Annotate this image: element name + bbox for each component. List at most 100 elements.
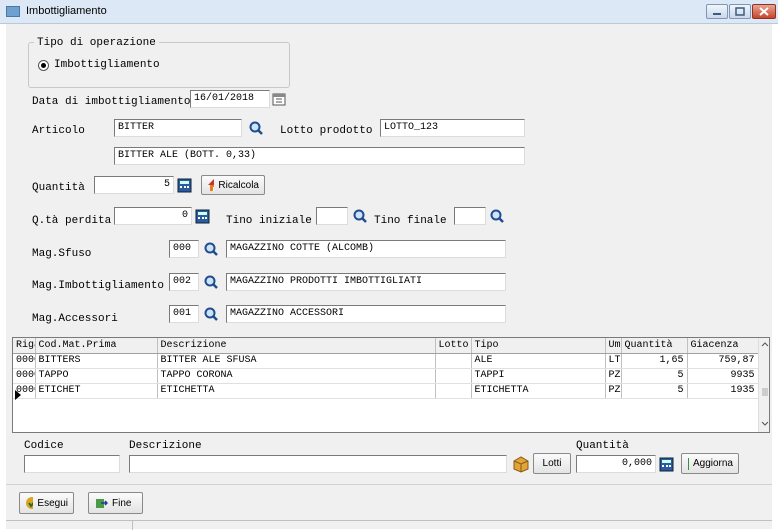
col-header-descr[interactable]: Descrizione [157,338,436,354]
quantita-calc-button[interactable] [176,177,192,193]
cell-giac[interactable]: 759,87 [687,353,759,369]
quantita-field[interactable]: 5 [94,176,174,194]
mag-sfuso-search-button[interactable] [203,241,219,257]
cell-descr[interactable]: ETICHETTA [157,383,436,399]
box-icon [513,456,529,473]
col-header-tipo[interactable]: Tipo [471,338,606,354]
search-icon [204,275,218,289]
mag-sfuso-label: Mag.Sfuso [32,248,92,260]
tino-finale-field[interactable] [454,207,486,225]
mag-imb-descr-field[interactable]: MAGAZZINO PRODOTTI IMBOTTIGLIATI [226,273,506,291]
cell-lotto[interactable] [435,353,472,369]
calendar-icon [272,93,286,106]
col-header-qta[interactable]: Quantità [621,338,688,354]
perdita-calc-button[interactable] [194,208,210,224]
articolo-field[interactable]: BITTER [114,119,242,137]
radio-imbottigliamento[interactable] [38,60,49,71]
mag-imb-label: Mag.Imbottigliamento [32,280,165,292]
tino-finale-search-button[interactable] [489,208,505,224]
cell-descr[interactable]: TAPPO CORONA [157,368,436,384]
ricalcola-label: Ricalcola [218,179,259,191]
cell-tipo[interactable]: TAPPI [471,368,606,384]
lotto-prodotto-field[interactable]: LOTTO_123 [380,119,525,137]
cell-riga[interactable]: 00002 [13,368,36,384]
cell-um[interactable]: LT [605,353,622,369]
window-title: Imbottigliamento [26,5,107,17]
quantita-edit-field[interactable]: 0,000 [576,455,656,473]
maximize-button[interactable] [729,4,751,19]
aggiorna-icon [688,457,689,470]
quantita-edit-calc-button[interactable] [658,456,674,472]
cell-tipo[interactable]: ALE [471,353,606,369]
col-header-um[interactable]: Um [605,338,622,354]
col-header-giac[interactable]: Giacenza [687,338,759,354]
cell-giac[interactable]: 9935 [687,368,759,384]
fine-button[interactable]: Fine [88,492,143,514]
articolo-descr-field[interactable]: BITTER ALE (BOTT. 0,33) [114,147,525,165]
articolo-search-button[interactable] [248,120,264,136]
calendar-button[interactable] [271,91,287,107]
lotti-icon-button[interactable] [512,455,530,473]
radio-imbottigliamento-label: Imbottigliamento [54,59,160,71]
tino-iniziale-search-button[interactable] [352,208,368,224]
cell-descr[interactable]: BITTER ALE SFUSA [157,353,436,369]
minimize-icon [713,13,721,15]
ricalcola-icon [208,179,215,191]
maximize-icon [735,7,745,16]
descrizione-field[interactable] [129,455,507,473]
mag-acc-code-field[interactable]: 001 [169,305,199,323]
table-row[interactable]: 00002 TAPPO TAPPO CORONA TAPPI PZ 5 9935 [13,368,759,384]
col-header-lotto[interactable]: Lotto [435,338,472,354]
search-icon [204,242,218,256]
calculator-icon [659,457,673,471]
tino-iniziale-field[interactable] [316,207,348,225]
table-row[interactable]: 00001 BITTERS BITTER ALE SFUSA ALE LT 1,… [13,353,759,369]
tino-iniziale-label: Tino iniziale [226,215,312,227]
cell-riga[interactable]: 00001 [13,353,36,369]
mag-sfuso-descr-field[interactable]: MAGAZZINO COTTE (ALCOMB) [226,240,506,258]
cell-lotto[interactable] [435,383,472,399]
minimize-button[interactable] [706,4,728,19]
search-icon [353,209,367,223]
grid-scrollbar[interactable] [758,338,769,432]
quantita-label: Quantità [32,182,85,194]
cell-cod[interactable]: ETICHET [35,383,158,399]
app-icon [6,6,20,17]
cell-qta[interactable]: 1,65 [621,353,688,369]
mag-imb-search-button[interactable] [203,274,219,290]
aggiorna-button[interactable]: Aggiorna [681,453,739,474]
mag-acc-search-button[interactable] [203,306,219,322]
lotti-button[interactable]: Lotti [533,453,571,474]
esegui-icon [26,497,34,509]
ricalcola-button[interactable]: Ricalcola [201,175,265,195]
cell-qta[interactable]: 5 [621,383,688,399]
table-row[interactable]: 00003 ETICHET ETICHETTA ETICHETTA PZ 5 1… [13,383,759,399]
cell-cod[interactable]: BITTERS [35,353,158,369]
cell-um[interactable]: PZ [605,383,622,399]
esegui-button[interactable]: Esegui [19,492,74,514]
fine-icon [96,499,108,508]
cell-qta[interactable]: 5 [621,368,688,384]
materials-grid[interactable]: Riga Cod.Mat.Prima Descrizione Lotto Tip… [12,337,770,433]
col-header-cod[interactable]: Cod.Mat.Prima [35,338,158,354]
cell-giac[interactable]: 1935 [687,383,759,399]
cell-lotto[interactable] [435,368,472,384]
fine-label: Fine [112,497,132,509]
data-field[interactable]: 16/01/2018 [190,90,270,108]
cell-um[interactable]: PZ [605,368,622,384]
grid-header-row: Riga Cod.Mat.Prima Descrizione Lotto Tip… [13,338,759,354]
footer-divider [6,484,772,485]
calculator-icon [177,178,191,192]
col-header-riga[interactable]: Riga [13,338,36,354]
mag-sfuso-code-field[interactable]: 000 [169,240,199,258]
perdita-field[interactable]: 0 [114,207,192,225]
mag-acc-descr-field[interactable]: MAGAZZINO ACCESSORI [226,305,506,323]
cell-tipo[interactable]: ETICHETTA [471,383,606,399]
cell-cod[interactable]: TAPPO [35,368,158,384]
perdita-label: Q.tà perdita [32,215,112,227]
search-icon [249,121,263,135]
close-button[interactable] [752,4,776,19]
codice-label: Codice [24,440,64,452]
codice-field[interactable] [24,455,120,473]
mag-imb-code-field[interactable]: 002 [169,273,199,291]
